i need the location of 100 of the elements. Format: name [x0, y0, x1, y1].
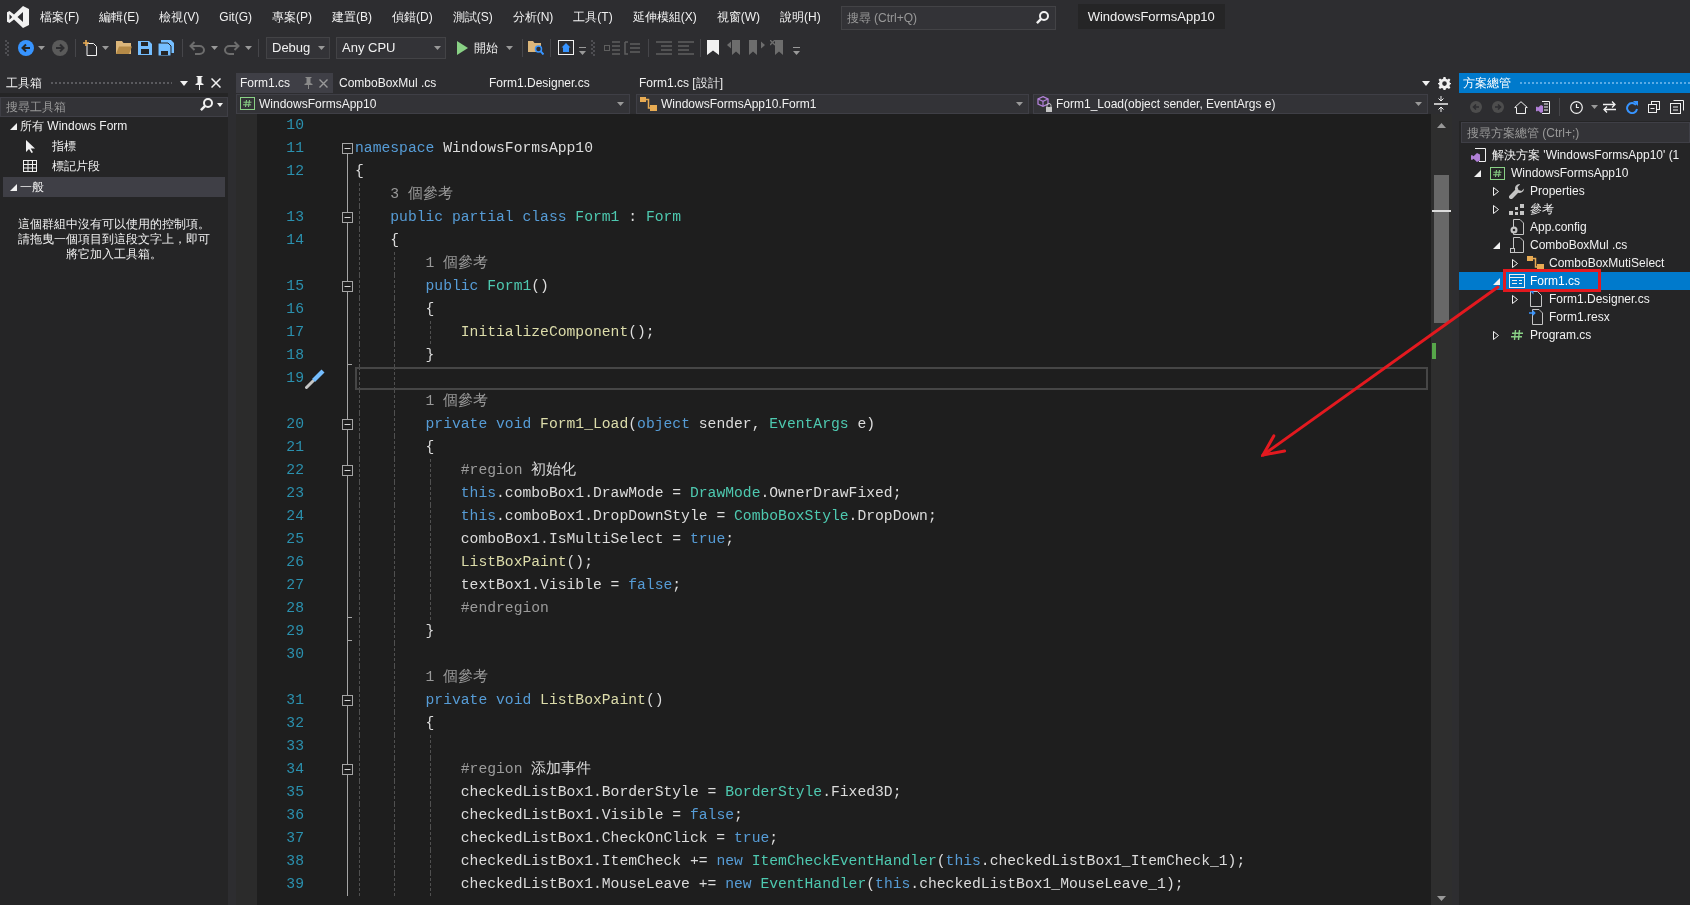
caret-icon[interactable] [211, 45, 218, 50]
refresh-icon[interactable] [1626, 100, 1638, 114]
sync-icon[interactable] [1603, 101, 1616, 113]
tree-item[interactable]: Form1.resx [1459, 308, 1690, 326]
switch-views-icon[interactable] [1536, 100, 1550, 114]
bookmark-cross-icon[interactable] [770, 40, 786, 55]
tree-item[interactable]: App.config [1459, 218, 1690, 236]
collapse-icon[interactable] [342, 695, 353, 706]
collapsed-triangle-icon[interactable] [1493, 204, 1499, 214]
menu-item[interactable]: Git(G) [209, 4, 262, 29]
reference-count-link[interactable]: 1 個參考 [425, 252, 489, 275]
redo-icon[interactable] [224, 40, 240, 55]
toolbox-group[interactable]: 所有 Windows Form [3, 116, 225, 136]
expanded-triangle-icon[interactable] [10, 122, 17, 130]
toolbox-item[interactable]: 指標 [3, 136, 225, 156]
tree-item[interactable]: 參考 [1459, 200, 1690, 218]
collapsed-triangle-icon[interactable] [1493, 186, 1499, 196]
show-all-files-icon[interactable] [1670, 100, 1684, 114]
collapse-icon[interactable] [342, 764, 353, 775]
folder-icon[interactable] [116, 41, 132, 54]
overflow-caret-icon[interactable] [579, 46, 586, 55]
menu-item[interactable]: 編輯(E) [89, 4, 150, 29]
start-button[interactable]: 開始 [453, 36, 516, 59]
menu-item[interactable]: 檢視(V) [149, 4, 210, 29]
reference-count-link[interactable]: 1 個參考 [425, 390, 489, 413]
bookmark-icon[interactable] [707, 40, 719, 55]
toolbox-group[interactable]: 一般 [3, 177, 225, 197]
platform-dropdown[interactable]: Any CPU [336, 36, 446, 59]
expanded-triangle-icon[interactable] [1474, 169, 1481, 177]
folder-search-icon[interactable] [528, 40, 544, 55]
undo-icon[interactable] [189, 40, 205, 55]
split-window-icon[interactable] [1434, 95, 1448, 112]
explorer-search-field[interactable]: 搜尋方案總管 (Ctrl+;) [1461, 122, 1690, 143]
toolbar-grip-icon[interactable] [591, 39, 595, 56]
collapse-icon[interactable] [342, 143, 353, 154]
reference-count-link[interactable]: 3 個參考 [390, 183, 453, 206]
tree-item[interactable]: ComboBoxMul .cs [1459, 236, 1690, 254]
overflow-caret-icon[interactable] [793, 46, 800, 55]
navigation-dropdown[interactable]: WindowsFormsApp10.Form1 [636, 93, 1029, 114]
caret-icon[interactable] [245, 45, 252, 50]
configuration-dropdown[interactable]: Debug [266, 36, 330, 59]
tree-item[interactable]: WindowsFormsApp10 [1459, 164, 1690, 182]
new-project-icon[interactable] [83, 39, 97, 56]
navigation-dropdown[interactable]: Form1_Load(object sender, EventArgs e) [1033, 93, 1428, 114]
editor-tab[interactable]: Form1.cs [設計] [633, 73, 783, 93]
scroll-up-icon[interactable] [1437, 123, 1446, 128]
editor-tab[interactable]: Form1.Designer.cs [483, 73, 633, 93]
caret-icon[interactable] [180, 80, 188, 86]
menu-item[interactable]: 視窗(W) [706, 4, 770, 29]
menu-item[interactable]: 偵錯(D) [382, 4, 443, 29]
collapsed-triangle-icon[interactable] [1493, 330, 1499, 340]
tree-item[interactable]: Form1.cs [1459, 272, 1690, 290]
pin-icon[interactable] [195, 76, 204, 90]
scrollbar-thumb[interactable] [1434, 175, 1449, 323]
collapse-icon[interactable] [342, 212, 353, 223]
menu-item[interactable]: 延伸模組(X) [622, 4, 707, 29]
search-icon[interactable] [200, 98, 213, 111]
menu-item[interactable]: 說明(H) [770, 4, 831, 29]
editor-tab[interactable]: ComboBoxMul .cs [333, 73, 483, 93]
menu-item[interactable]: 工具(T) [563, 4, 623, 29]
settings-icon[interactable] [1438, 76, 1451, 90]
window-home-icon[interactable] [558, 40, 574, 55]
caret-icon[interactable] [1591, 105, 1598, 109]
menu-item[interactable]: 檔案(F) [30, 4, 90, 29]
tree-item[interactable]: ComboBoxMutiSelect [1459, 254, 1690, 272]
bookmark-arrow-icon[interactable] [749, 40, 765, 55]
toolbox-item[interactable]: 標記片段 [3, 156, 225, 176]
tree-item[interactable]: Properties [1459, 182, 1690, 200]
collapse-icon[interactable] [342, 281, 353, 292]
tree-item[interactable]: 解決方案 'WindowsFormsApp10' (1 [1459, 146, 1690, 164]
caret-icon[interactable] [1422, 80, 1430, 86]
save-icon[interactable] [138, 40, 152, 55]
history-icon[interactable] [1570, 100, 1583, 114]
caret-icon[interactable] [506, 45, 513, 50]
home-icon[interactable] [1514, 100, 1528, 114]
menu-item[interactable]: 建置(B) [322, 4, 382, 29]
search-icon[interactable] [1035, 10, 1049, 24]
collapsed-triangle-icon[interactable] [1512, 294, 1518, 304]
collapsed-triangle-icon[interactable] [1512, 258, 1518, 268]
expanded-triangle-icon[interactable] [1493, 241, 1500, 249]
navigation-dropdown[interactable]: WindowsFormsApp10 [236, 93, 630, 114]
search-field[interactable]: 搜尋 (Ctrl+Q) [840, 5, 1056, 30]
toolbox-search-field[interactable]: 搜尋工具箱 [0, 97, 228, 117]
play-icon[interactable] [457, 40, 468, 55]
screwdriver-icon[interactable] [305, 368, 325, 389]
save-all-icon[interactable] [158, 39, 174, 56]
menu-item[interactable]: 分析(N) [502, 4, 564, 29]
menu-item[interactable]: 測試(S) [442, 4, 503, 29]
menu-item[interactable]: 專案(P) [262, 4, 322, 29]
collapse-icon[interactable] [342, 419, 353, 430]
bookmark-arrow-icon[interactable] [727, 40, 743, 55]
tree-item[interactable]: Program.cs [1459, 326, 1690, 344]
back-icon[interactable] [18, 39, 34, 56]
collapse-all-icon[interactable] [1648, 101, 1660, 113]
tree-item[interactable]: Form1.Designer.cs [1459, 290, 1690, 308]
title-grip-icon[interactable] [1519, 80, 1690, 86]
caret-icon[interactable] [102, 45, 109, 50]
collapse-icon[interactable] [342, 465, 353, 476]
toolbar-grip-icon[interactable] [5, 39, 9, 56]
vs-logo-icon[interactable] [7, 5, 29, 28]
